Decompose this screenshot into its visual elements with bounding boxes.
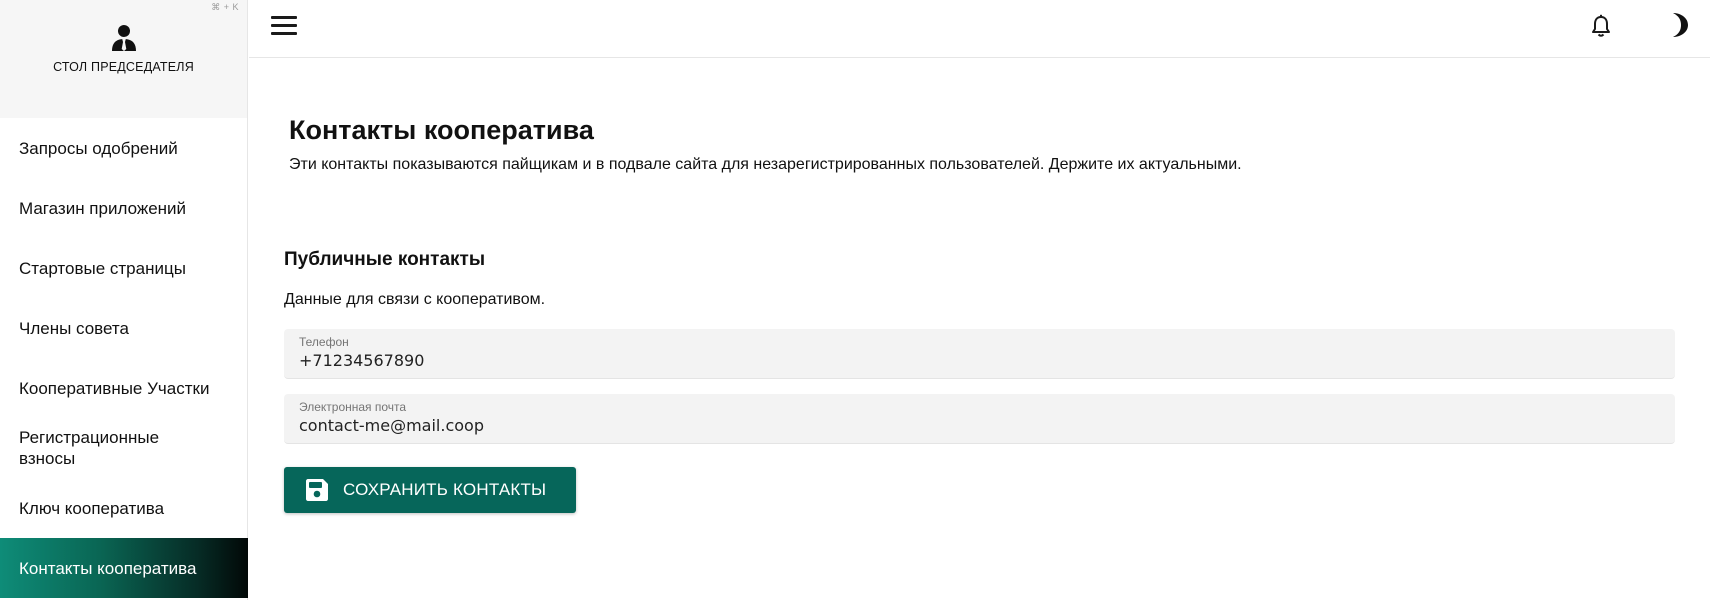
sidebar-item-registration-fees[interactable]: Регистрационные взносы: [0, 418, 248, 478]
phone-field[interactable]: Телефон: [284, 329, 1675, 379]
sidebar-item-approval-requests[interactable]: Запросы одобрений: [0, 118, 248, 178]
chairman-icon: [111, 25, 136, 51]
page-title: Контакты кооператива: [289, 115, 594, 145]
sidebar-item-app-store[interactable]: Магазин приложений: [0, 178, 248, 238]
hamburger-menu-icon[interactable]: [271, 16, 297, 36]
section-title: Публичные контакты: [284, 249, 486, 270]
save-contacts-label: СОХРАНИТЬ КОНТАКТЫ: [343, 480, 547, 499]
sidebar-item-cooperative-sites[interactable]: Кооперативные Участки: [0, 358, 248, 418]
email-field[interactable]: Электронная почта: [284, 394, 1675, 444]
page-description: Эти контакты показываются пайщикам и в п…: [289, 156, 1242, 173]
bell-icon[interactable]: [1590, 14, 1612, 38]
sidebar-header: ⌘ + K СТОЛ ПРЕДСЕДАТЕЛЯ: [0, 0, 247, 118]
sidebar-item-start-pages[interactable]: Стартовые страницы: [0, 238, 248, 298]
moon-icon[interactable]: [1668, 12, 1690, 38]
section-description: Данные для связи с кооперативом.: [284, 291, 546, 308]
main-content: Контакты кооператива Эти контакты показы…: [249, 58, 1710, 600]
email-field-label: Электронная почта: [299, 400, 407, 414]
phone-field-label: Телефон: [299, 335, 349, 349]
sidebar-title: СТОЛ ПРЕДСЕДАТЕЛЯ: [53, 60, 194, 74]
floppy-disk-icon: [306, 479, 328, 501]
phone-input[interactable]: [299, 351, 1675, 370]
sidebar: ⌘ + K СТОЛ ПРЕДСЕДАТЕЛЯ Запросы одобрени…: [0, 0, 248, 600]
top-bar: [249, 0, 1710, 58]
sidebar-item-council-members[interactable]: Члены совета: [0, 298, 248, 358]
sidebar-menu: Запросы одобрений Магазин приложений Ста…: [0, 118, 248, 598]
save-contacts-button[interactable]: СОХРАНИТЬ КОНТАКТЫ: [284, 467, 576, 513]
search-shortcut-hint[interactable]: ⌘ + K: [211, 2, 239, 13]
email-input[interactable]: [299, 416, 1675, 435]
sidebar-item-cooperative-key[interactable]: Ключ кооператива: [0, 478, 248, 538]
sidebar-item-cooperative-contacts[interactable]: Контакты кооператива: [0, 538, 248, 598]
